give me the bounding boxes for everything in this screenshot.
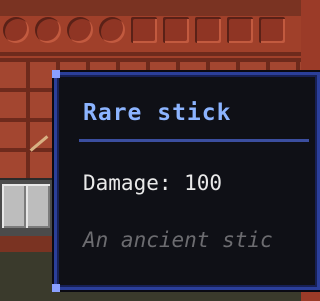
inventory-slot[interactable] xyxy=(227,17,253,43)
tooltip-corner xyxy=(52,284,60,292)
top-slot-row xyxy=(0,14,301,46)
title-separator xyxy=(79,139,309,142)
damage-stat: Damage: 100 xyxy=(83,171,223,195)
inventory-slot[interactable] xyxy=(35,17,61,43)
hotbar-slot[interactable] xyxy=(2,184,26,228)
inventory-slot[interactable] xyxy=(195,17,221,43)
inventory-slot[interactable] xyxy=(99,17,125,43)
item-name: Rare stick xyxy=(83,100,232,126)
hotbar-slot[interactable] xyxy=(26,184,50,228)
inventory-slot[interactable] xyxy=(259,17,285,43)
item-tooltip: Rare stick Damage: 100 An ancient stic xyxy=(52,70,320,292)
inventory-slot[interactable] xyxy=(3,17,29,43)
inventory-slot[interactable] xyxy=(163,17,189,43)
inventory-slot[interactable] xyxy=(67,17,93,43)
tooltip-corner xyxy=(52,70,60,78)
item-lore: An ancient stic xyxy=(83,228,273,252)
inventory-slot[interactable] xyxy=(131,17,157,43)
divider xyxy=(0,52,301,56)
